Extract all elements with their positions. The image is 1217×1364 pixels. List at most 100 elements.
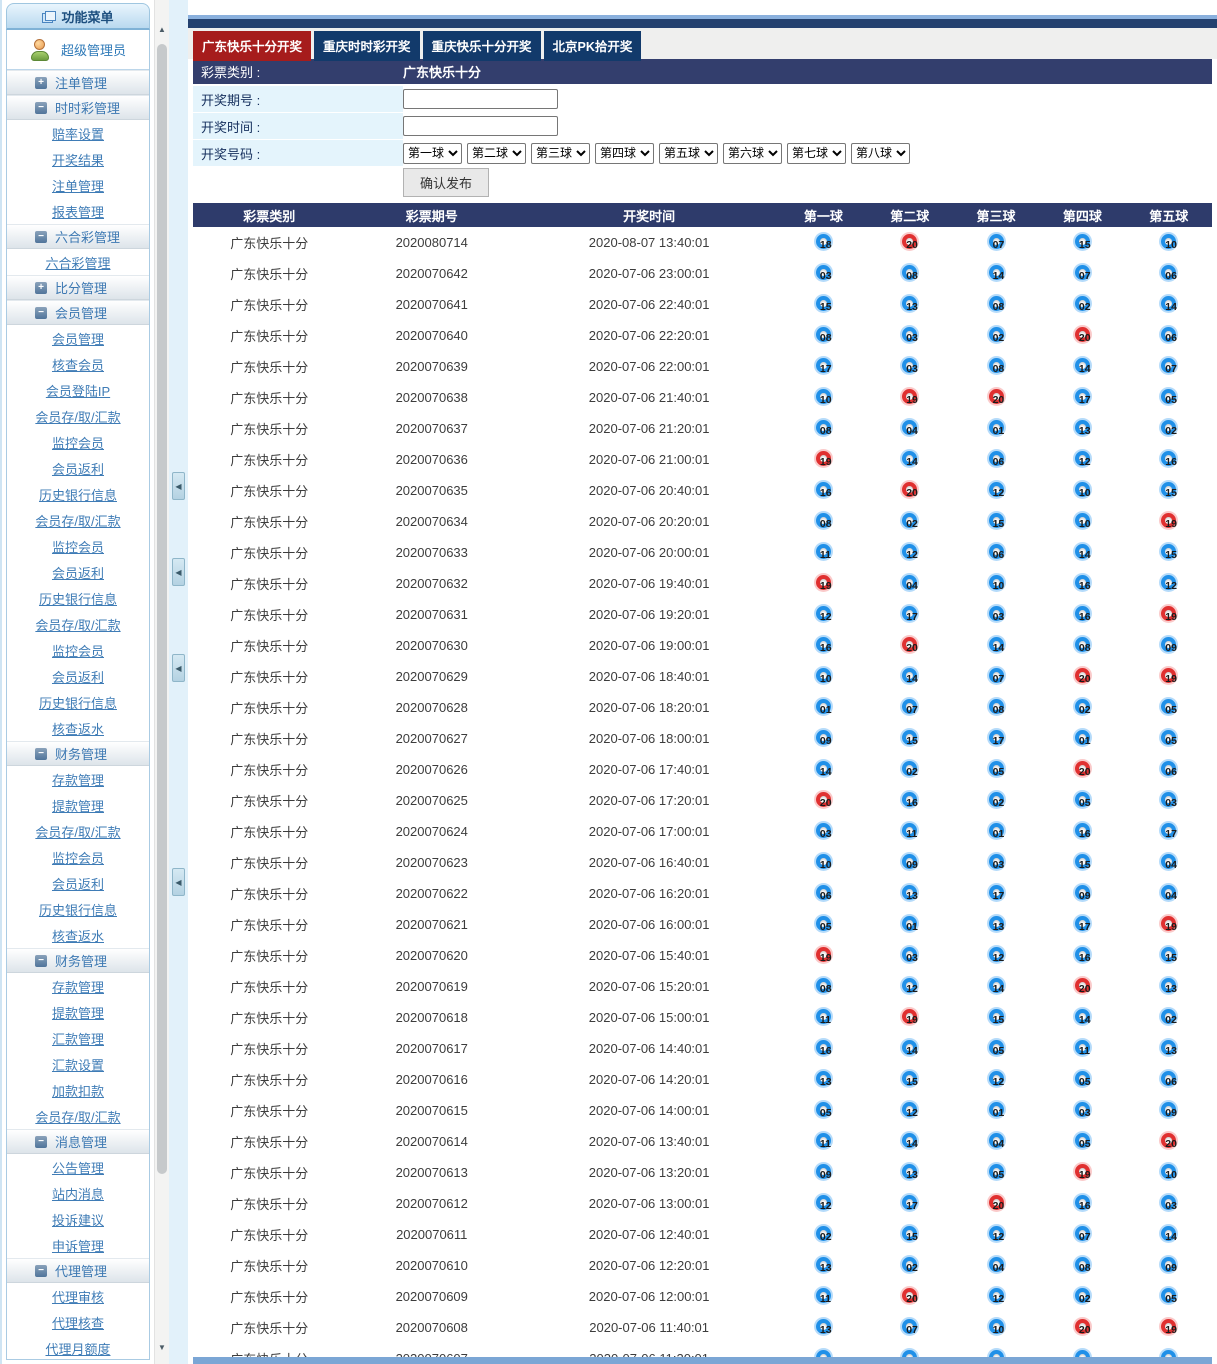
sidebar-item[interactable]: 汇款设置 [52,1055,104,1074]
sidebar-item[interactable]: 历史银行信息 [39,485,117,504]
collapse-arrow-icon[interactable]: ◀ [172,472,185,500]
minus-icon[interactable]: − [35,1265,47,1277]
sidebar-item[interactable]: 监控会员 [52,848,104,867]
category-cell: 广东快乐十分 [193,506,345,537]
scrollbar-thumb[interactable] [157,44,167,1174]
ball-select-2[interactable]: 第二球 [467,143,526,164]
category-cell: 广东快乐十分 [193,909,345,940]
sidebar-item[interactable]: 核查返水 [52,926,104,945]
sidebar-item[interactable]: 提款管理 [52,796,104,815]
sidebar-item[interactable]: 会员存/取/汇款 [35,822,120,841]
scroll-up-icon[interactable]: ▲ [155,25,169,34]
sidebar-item[interactable]: 会员存/取/汇款 [35,511,120,530]
scroll-down-icon[interactable]: ▼ [155,1343,169,1352]
plus-icon[interactable]: + [35,282,47,294]
sidebar-item[interactable]: 会员存/取/汇款 [35,407,120,426]
sidebar-item[interactable]: 会员存/取/汇款 [35,615,120,634]
tab[interactable]: 北京PK拾开奖 [544,31,642,61]
collapse-arrow-icon[interactable]: ◀ [172,558,185,586]
sidebar-item[interactable]: 投诉建议 [52,1210,104,1229]
sidebar-group[interactable]: −财务管理 [7,948,149,973]
sidebar-item[interactable]: 核查会员 [52,355,104,374]
minus-icon[interactable]: − [35,1136,47,1148]
sidebar-group[interactable]: −消息管理 [7,1129,149,1154]
sidebar-item[interactable]: 会员管理 [52,329,104,348]
sidebar-item[interactable]: 会员返利 [52,667,104,686]
sidebar-item[interactable]: 会员返利 [52,459,104,478]
ball-cell: 02 [867,754,953,785]
sidebar-link-row: 六合彩管理 [7,249,149,275]
ball-cell: 19 [1126,1312,1212,1343]
tab[interactable]: 重庆快乐十分开奖 [423,31,541,61]
sidebar-item[interactable]: 申诉管理 [52,1236,104,1255]
sidebar-group[interactable]: +比分管理 [7,275,149,300]
sidebar-item[interactable]: 会员登陆IP [46,381,110,400]
category-cell: 广东快乐十分 [193,382,345,413]
sidebar-item[interactable]: 赔率设置 [52,124,104,143]
sidebar-item[interactable]: 公告管理 [52,1158,104,1177]
sidebar-item[interactable]: 站内消息 [52,1184,104,1203]
lottery-ball-red: 19 [816,451,831,466]
minus-icon[interactable]: − [35,748,47,760]
ball-select-4[interactable]: 第四球 [595,143,654,164]
tab[interactable]: 重庆时时彩开奖 [314,31,420,61]
sidebar-item[interactable]: 监控会员 [52,641,104,660]
ball-select-6[interactable]: 第六球 [723,143,782,164]
minus-icon[interactable]: − [35,307,47,319]
sidebar-link-row: 汇款管理 [7,1025,149,1051]
sidebar-item[interactable]: 会员返利 [52,563,104,582]
sidebar-item[interactable]: 存款管理 [52,977,104,996]
minus-icon[interactable]: − [35,102,47,114]
lottery-ball-blue: 09 [902,854,917,869]
lottery-ball-blue: 01 [989,1102,1004,1117]
ball-select-5[interactable]: 第五球 [659,143,718,164]
ball-cell: 03 [1126,1188,1212,1219]
sidebar-item[interactable]: 六合彩管理 [45,253,110,272]
sidebar-item[interactable]: 报表管理 [52,202,104,221]
sidebar-item[interactable]: 历史银行信息 [39,693,117,712]
minus-icon[interactable]: − [35,231,47,243]
table-row: 广东快乐十分20200706392020-07-06 22:00:0117030… [193,351,1212,382]
sidebar-item[interactable]: 核查返水 [52,719,104,738]
time-input[interactable] [403,116,558,136]
sidebar-item[interactable]: 代理月额度 [45,1339,110,1358]
sidebar-scrollbar[interactable]: ▲ ▼ [154,0,169,1364]
sidebar-item[interactable]: 加款扣款 [52,1081,104,1100]
ball-select-7[interactable]: 第七球 [787,143,846,164]
sidebar-item[interactable]: 代理审核 [52,1287,104,1306]
sidebar-item[interactable]: 存款管理 [52,770,104,789]
collapse-arrow-icon[interactable]: ◀ [172,654,185,682]
ball-cell: 18 [780,227,866,258]
sidebar-item[interactable]: 监控会员 [52,433,104,452]
sidebar-item[interactable]: 注单管理 [52,176,104,195]
sidebar-item[interactable]: 会员存/取/汇款 [35,1107,120,1126]
sidebar-group[interactable]: −会员管理 [7,300,149,325]
plus-icon[interactable]: + [35,77,47,89]
sidebar-item[interactable]: 开奖结果 [52,150,104,169]
confirm-publish-button[interactable]: 确认发布 [403,168,489,197]
ball-select-1[interactable]: 第一球 [403,143,462,164]
collapse-arrow-icon[interactable]: ◀ [172,868,185,896]
ball-cell: 14 [867,661,953,692]
ball-select-8[interactable]: 第八球 [851,143,910,164]
column-header: 第二球 [867,203,953,227]
sidebar-item[interactable]: 汇款管理 [52,1029,104,1048]
sidebar-item[interactable]: 历史银行信息 [39,589,117,608]
sidebar-item[interactable]: 提款管理 [52,1003,104,1022]
ball-cell: 14 [1126,1219,1212,1250]
sidebar-group[interactable]: −代理管理 [7,1258,149,1283]
ball-select-3[interactable]: 第三球 [531,143,590,164]
sidebar-item[interactable]: 代理核查 [52,1313,104,1332]
sidebar-item[interactable]: 监控会员 [52,537,104,556]
sidebar-group[interactable]: −时时彩管理 [7,95,149,120]
period-input[interactable] [403,89,558,109]
sidebar-item[interactable]: 历史银行信息 [39,900,117,919]
ball-cell: 14 [1039,1002,1125,1033]
tab-active[interactable]: 广东快乐十分开奖 [193,31,311,61]
window-icon [42,11,55,22]
sidebar-group[interactable]: −财务管理 [7,741,149,766]
minus-icon[interactable]: − [35,955,47,967]
sidebar-item[interactable]: 会员返利 [52,874,104,893]
sidebar-group[interactable]: +注单管理 [7,70,149,95]
sidebar-group[interactable]: −六合彩管理 [7,224,149,249]
